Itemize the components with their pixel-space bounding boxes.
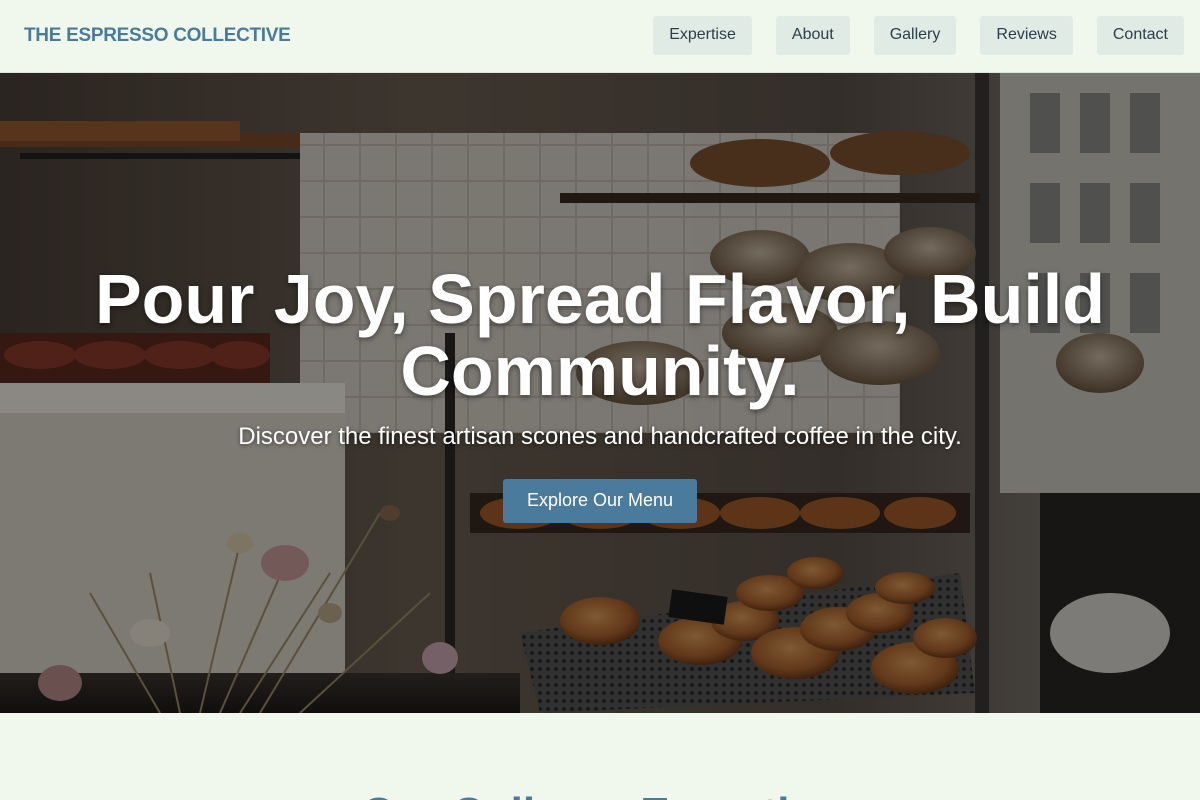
- nav-about[interactable]: About: [775, 15, 850, 55]
- nav-contact[interactable]: Contact: [1096, 15, 1184, 55]
- hero-subtitle: Discover the finest artisan scones and h…: [238, 423, 962, 450]
- site-header: THE ESPRESSO COLLECTIVE Expertise About …: [0, 0, 1200, 73]
- hero-content: Pour Joy, Spread Flavor, Build Community…: [0, 263, 1200, 523]
- nav-gallery[interactable]: Gallery: [873, 15, 957, 55]
- expertise-section-title: Our Culinary Expertise: [0, 789, 1200, 800]
- hero-section: Pour Joy, Spread Flavor, Build Community…: [0, 73, 1200, 713]
- expertise-section: Our Culinary Expertise: [0, 713, 1200, 800]
- nav-reviews[interactable]: Reviews: [980, 15, 1073, 55]
- nav-expertise[interactable]: Expertise: [653, 15, 752, 55]
- explore-menu-button[interactable]: Explore Our Menu: [502, 479, 698, 523]
- hero-title: Pour Joy, Spread Flavor, Build Community…: [94, 260, 1106, 410]
- brand-logo[interactable]: THE ESPRESSO COLLECTIVE: [24, 25, 291, 47]
- main-nav: Expertise About Gallery Reviews Contact: [653, 15, 1184, 55]
